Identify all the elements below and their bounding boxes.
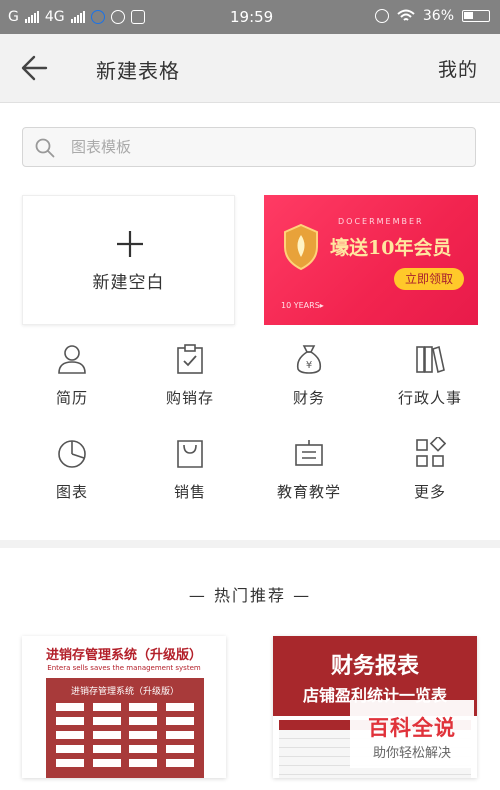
more-grid-icon <box>416 435 447 467</box>
template-title: 进销存管理系统（升级版） <box>45 648 202 663</box>
headset-icon <box>90 10 105 24</box>
new-blank-label: 新建空白 <box>92 273 165 293</box>
search-bar[interactable] <box>22 127 476 167</box>
alarm-icon <box>374 9 389 23</box>
page-title: 新建表格 <box>96 59 180 83</box>
shield-logo-icon <box>284 223 318 271</box>
category-finance[interactable]: ¥ 财务 <box>259 343 359 408</box>
template-preview-title: 进销存管理系统（升级版） <box>70 687 179 697</box>
category-label: 图表 <box>55 483 88 501</box>
books-icon <box>416 345 445 374</box>
claim-button[interactable]: 立即领取 <box>394 268 464 290</box>
search-icon <box>35 138 55 158</box>
pie-chart-icon <box>58 440 86 468</box>
signal-icon-2 <box>70 11 85 23</box>
back-arrow-icon[interactable] <box>18 52 52 84</box>
network-label: 4G <box>44 9 65 25</box>
category-label: 购销存 <box>165 389 214 407</box>
battery-label: 36% <box>422 8 454 24</box>
category-sales[interactable]: 销售 <box>140 437 240 502</box>
new-blank-card[interactable]: 新建空白 <box>22 195 235 325</box>
template-preview: 进销存管理系统（升级版） <box>46 678 204 778</box>
money-bag-icon: ¥ <box>296 345 322 374</box>
status-bar: G 4G 19:59 36% <box>0 0 500 34</box>
category-education[interactable]: 教育教学 <box>259 437 359 502</box>
battery-icon <box>462 10 490 22</box>
clipboard-check-icon <box>177 344 203 374</box>
watermark: 百科全说 助你轻松解决 <box>350 700 474 768</box>
template-subtitle: Entera sells saves the management system <box>47 664 201 672</box>
signal-icon <box>24 11 39 23</box>
svg-text:¥: ¥ <box>306 360 312 371</box>
banner-headline: 壕送10年会员 <box>330 237 452 259</box>
person-icon <box>58 345 86 374</box>
clock: 19:59 <box>230 8 274 26</box>
wechat-icon <box>110 10 125 24</box>
category-label: 销售 <box>173 483 206 501</box>
hot-heading: — 热门推荐 — <box>188 586 312 605</box>
template-title: 财务报表 <box>330 654 419 679</box>
category-label: 行政人事 <box>397 389 462 407</box>
screenshot-icon <box>130 10 145 24</box>
wifi-icon <box>397 9 415 21</box>
category-resume[interactable]: 简历 <box>22 343 122 408</box>
search-input[interactable] <box>71 134 451 160</box>
main-panel: 新建空白 DOCERMEMBER 壕送10年会员 立即领取 10 YEARS▸ … <box>0 103 500 540</box>
banner-brand: DOCERMEMBER <box>338 217 424 226</box>
watermark-subtitle: 助你轻松解决 <box>372 746 451 761</box>
watermark-title: 百科全说 <box>368 716 456 740</box>
category-charts[interactable]: 图表 <box>22 437 122 502</box>
category-label: 更多 <box>413 483 446 501</box>
category-label: 简历 <box>55 389 88 407</box>
category-hr[interactable]: 行政人事 <box>380 343 480 408</box>
carrier-label: G <box>8 9 19 25</box>
category-inventory[interactable]: 购销存 <box>140 343 240 408</box>
my-button[interactable]: 我的 <box>438 55 478 82</box>
promo-banner[interactable]: DOCERMEMBER 壕送10年会员 立即领取 10 YEARS▸ <box>264 195 478 325</box>
app-bar: 新建表格 我的 <box>0 34 500 103</box>
template-card[interactable]: 进销存管理系统（升级版） Entera sells saves the mana… <box>22 636 226 778</box>
banner-footer: 10 YEARS▸ <box>281 301 324 310</box>
easel-icon <box>295 440 323 466</box>
category-more[interactable]: 更多 <box>380 435 480 502</box>
category-label: 教育教学 <box>276 483 341 501</box>
plus-icon <box>117 231 143 257</box>
category-label: 财务 <box>292 389 325 407</box>
shopping-bag-icon <box>177 440 203 468</box>
